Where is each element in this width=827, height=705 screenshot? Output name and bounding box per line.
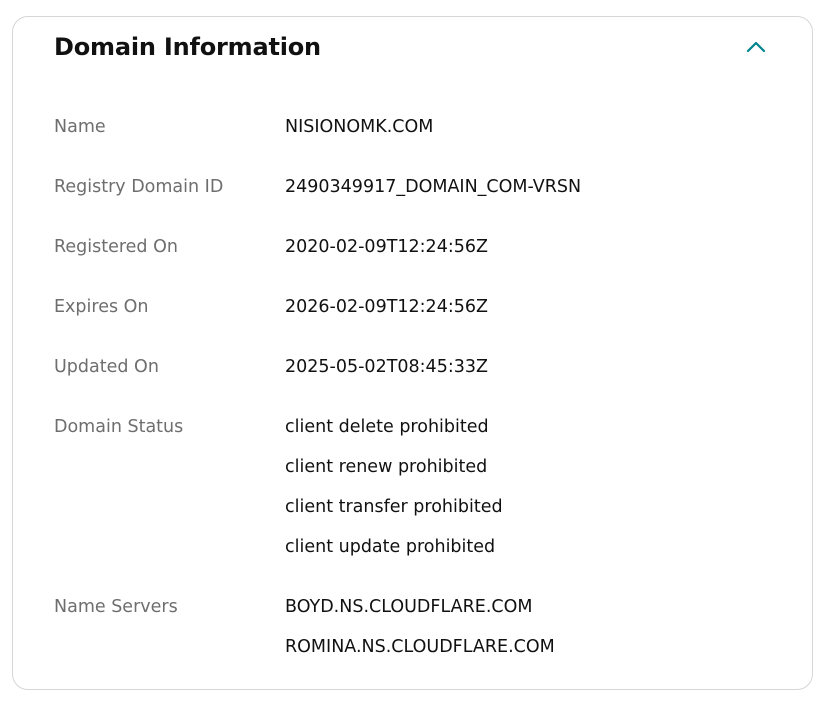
label-updated-on: Updated On: [54, 357, 159, 377]
name-server-value: ROMINA.NS.CLOUDFLARE.COM: [285, 637, 555, 657]
row-registered-on: Registered On 2020-02-09T12:24:56Z: [54, 227, 792, 267]
values-expires-on: 2026-02-09T12:24:56Z: [285, 287, 488, 327]
values-updated-on: 2025-05-02T08:45:33Z: [285, 347, 488, 387]
label-name: Name: [54, 117, 106, 137]
row-name-servers: Name Servers BOYD.NS.CLOUDFLARE.COM ROMI…: [54, 587, 792, 667]
collapse-button[interactable]: [740, 31, 772, 63]
values-name: NISIONOMK.COM: [285, 107, 433, 147]
label-registry-domain-id: Registry Domain ID: [54, 177, 224, 197]
values-registered-on: 2020-02-09T12:24:56Z: [285, 227, 488, 267]
status-value: client renew prohibited: [285, 457, 488, 477]
row-registry-domain-id: Registry Domain ID 2490349917_DOMAIN_COM…: [54, 167, 792, 207]
values-registry-domain-id: 2490349917_DOMAIN_COM-VRSN: [285, 167, 581, 207]
row-expires-on: Expires On 2026-02-09T12:24:56Z: [54, 287, 792, 327]
card-header[interactable]: Domain Information: [54, 17, 772, 77]
value-updated-on: 2025-05-02T08:45:33Z: [285, 357, 488, 377]
chevron-up-icon: [746, 41, 766, 53]
row-updated-on: Updated On 2025-05-02T08:45:33Z: [54, 347, 792, 387]
status-value: client update prohibited: [285, 537, 496, 557]
value-expires-on: 2026-02-09T12:24:56Z: [285, 297, 488, 317]
row-name: Name NISIONOMK.COM: [54, 107, 792, 147]
values-name-servers: BOYD.NS.CLOUDFLARE.COM ROMINA.NS.CLOUDFL…: [285, 587, 555, 667]
domain-information-card: Domain Information Name NISIONOMK.COM Re…: [12, 16, 813, 690]
label-domain-status: Domain Status: [54, 417, 184, 437]
value-registry-domain-id: 2490349917_DOMAIN_COM-VRSN: [285, 177, 582, 197]
label-expires-on: Expires On: [54, 297, 149, 317]
status-value: client transfer prohibited: [285, 497, 503, 517]
label-registered-on: Registered On: [54, 237, 178, 257]
card-title: Domain Information: [54, 33, 321, 61]
domain-details-list: Name NISIONOMK.COM Registry Domain ID 24…: [54, 107, 792, 667]
value-registered-on: 2020-02-09T12:24:56Z: [285, 237, 488, 257]
row-domain-status: Domain Status client delete prohibited c…: [54, 407, 792, 567]
name-server-value: BOYD.NS.CLOUDFLARE.COM: [285, 597, 533, 617]
values-domain-status: client delete prohibited client renew pr…: [285, 407, 503, 567]
status-value: client delete prohibited: [285, 417, 489, 437]
label-name-servers: Name Servers: [54, 597, 178, 617]
value-name: NISIONOMK.COM: [285, 117, 434, 137]
